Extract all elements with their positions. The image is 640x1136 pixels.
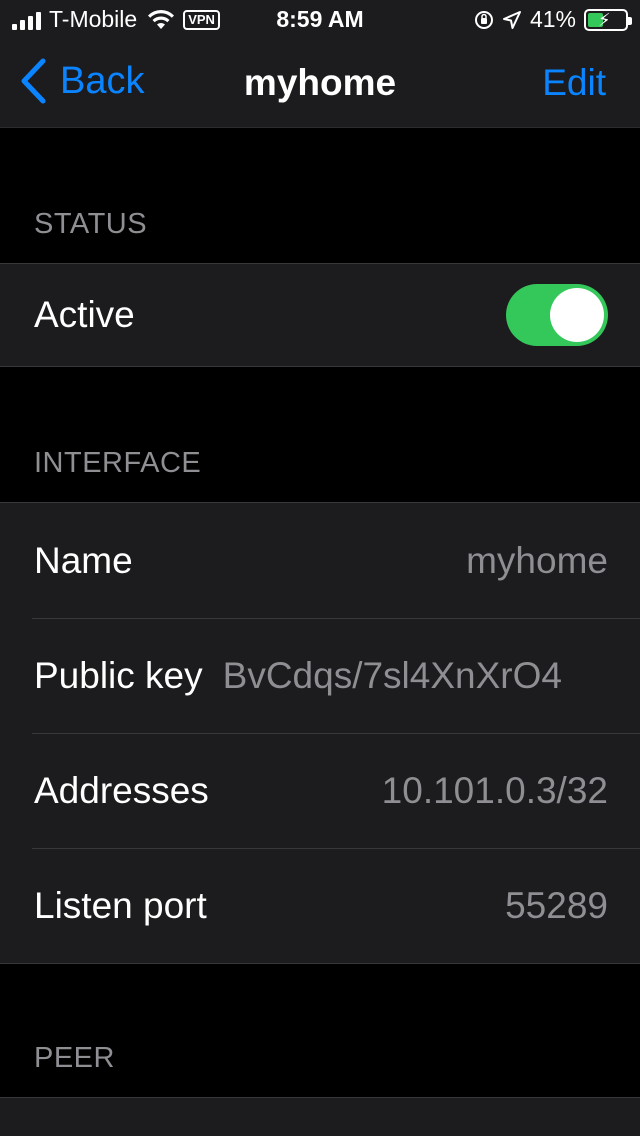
interface-row-public-key[interactable]: Public key BvCdqs/7sl4XnXrO4	[0, 618, 640, 733]
orientation-lock-icon	[474, 10, 493, 29]
row-value: myhome	[466, 539, 608, 581]
active-label: Active	[34, 294, 135, 335]
interface-row-listen-port[interactable]: Listen port 55289	[0, 848, 640, 963]
row-label: Addresses	[34, 769, 209, 811]
row-label: Listen port	[34, 884, 207, 926]
interface-group: Name myhome Public key BvCdqs/7sl4XnXrO4…	[0, 502, 640, 964]
section-header-peer: PEER	[34, 1042, 115, 1074]
row-label: Public key	[34, 654, 203, 696]
interface-row-addresses[interactable]: Addresses 10.101.0.3/32	[0, 733, 640, 848]
row-value: BvCdqs/7sl4XnXrO4	[222, 654, 562, 696]
battery-charging-icon: ⚡	[584, 8, 632, 31]
toggle-knob	[550, 288, 604, 342]
active-toggle[interactable]	[506, 284, 608, 346]
active-row: Active	[0, 264, 640, 366]
battery-percent: 41%	[529, 6, 576, 32]
section-header-interface: INTERFACE	[34, 447, 202, 479]
section-header-status: STATUS	[34, 208, 148, 240]
navigation-bar: Back myhome Edit	[0, 40, 640, 128]
peer-group	[0, 1097, 640, 1136]
status-bar: T-Mobile VPN 8:59 AM 41% ⚡	[0, 0, 640, 40]
row-value: 10.101.0.3/32	[381, 769, 608, 811]
row-value: 55289	[505, 884, 608, 926]
row-label: Name	[34, 539, 133, 581]
interface-row-name[interactable]: Name myhome	[0, 503, 640, 618]
status-group: Active	[0, 263, 640, 367]
location-icon	[502, 10, 521, 29]
edit-button[interactable]: Edit	[542, 62, 606, 104]
